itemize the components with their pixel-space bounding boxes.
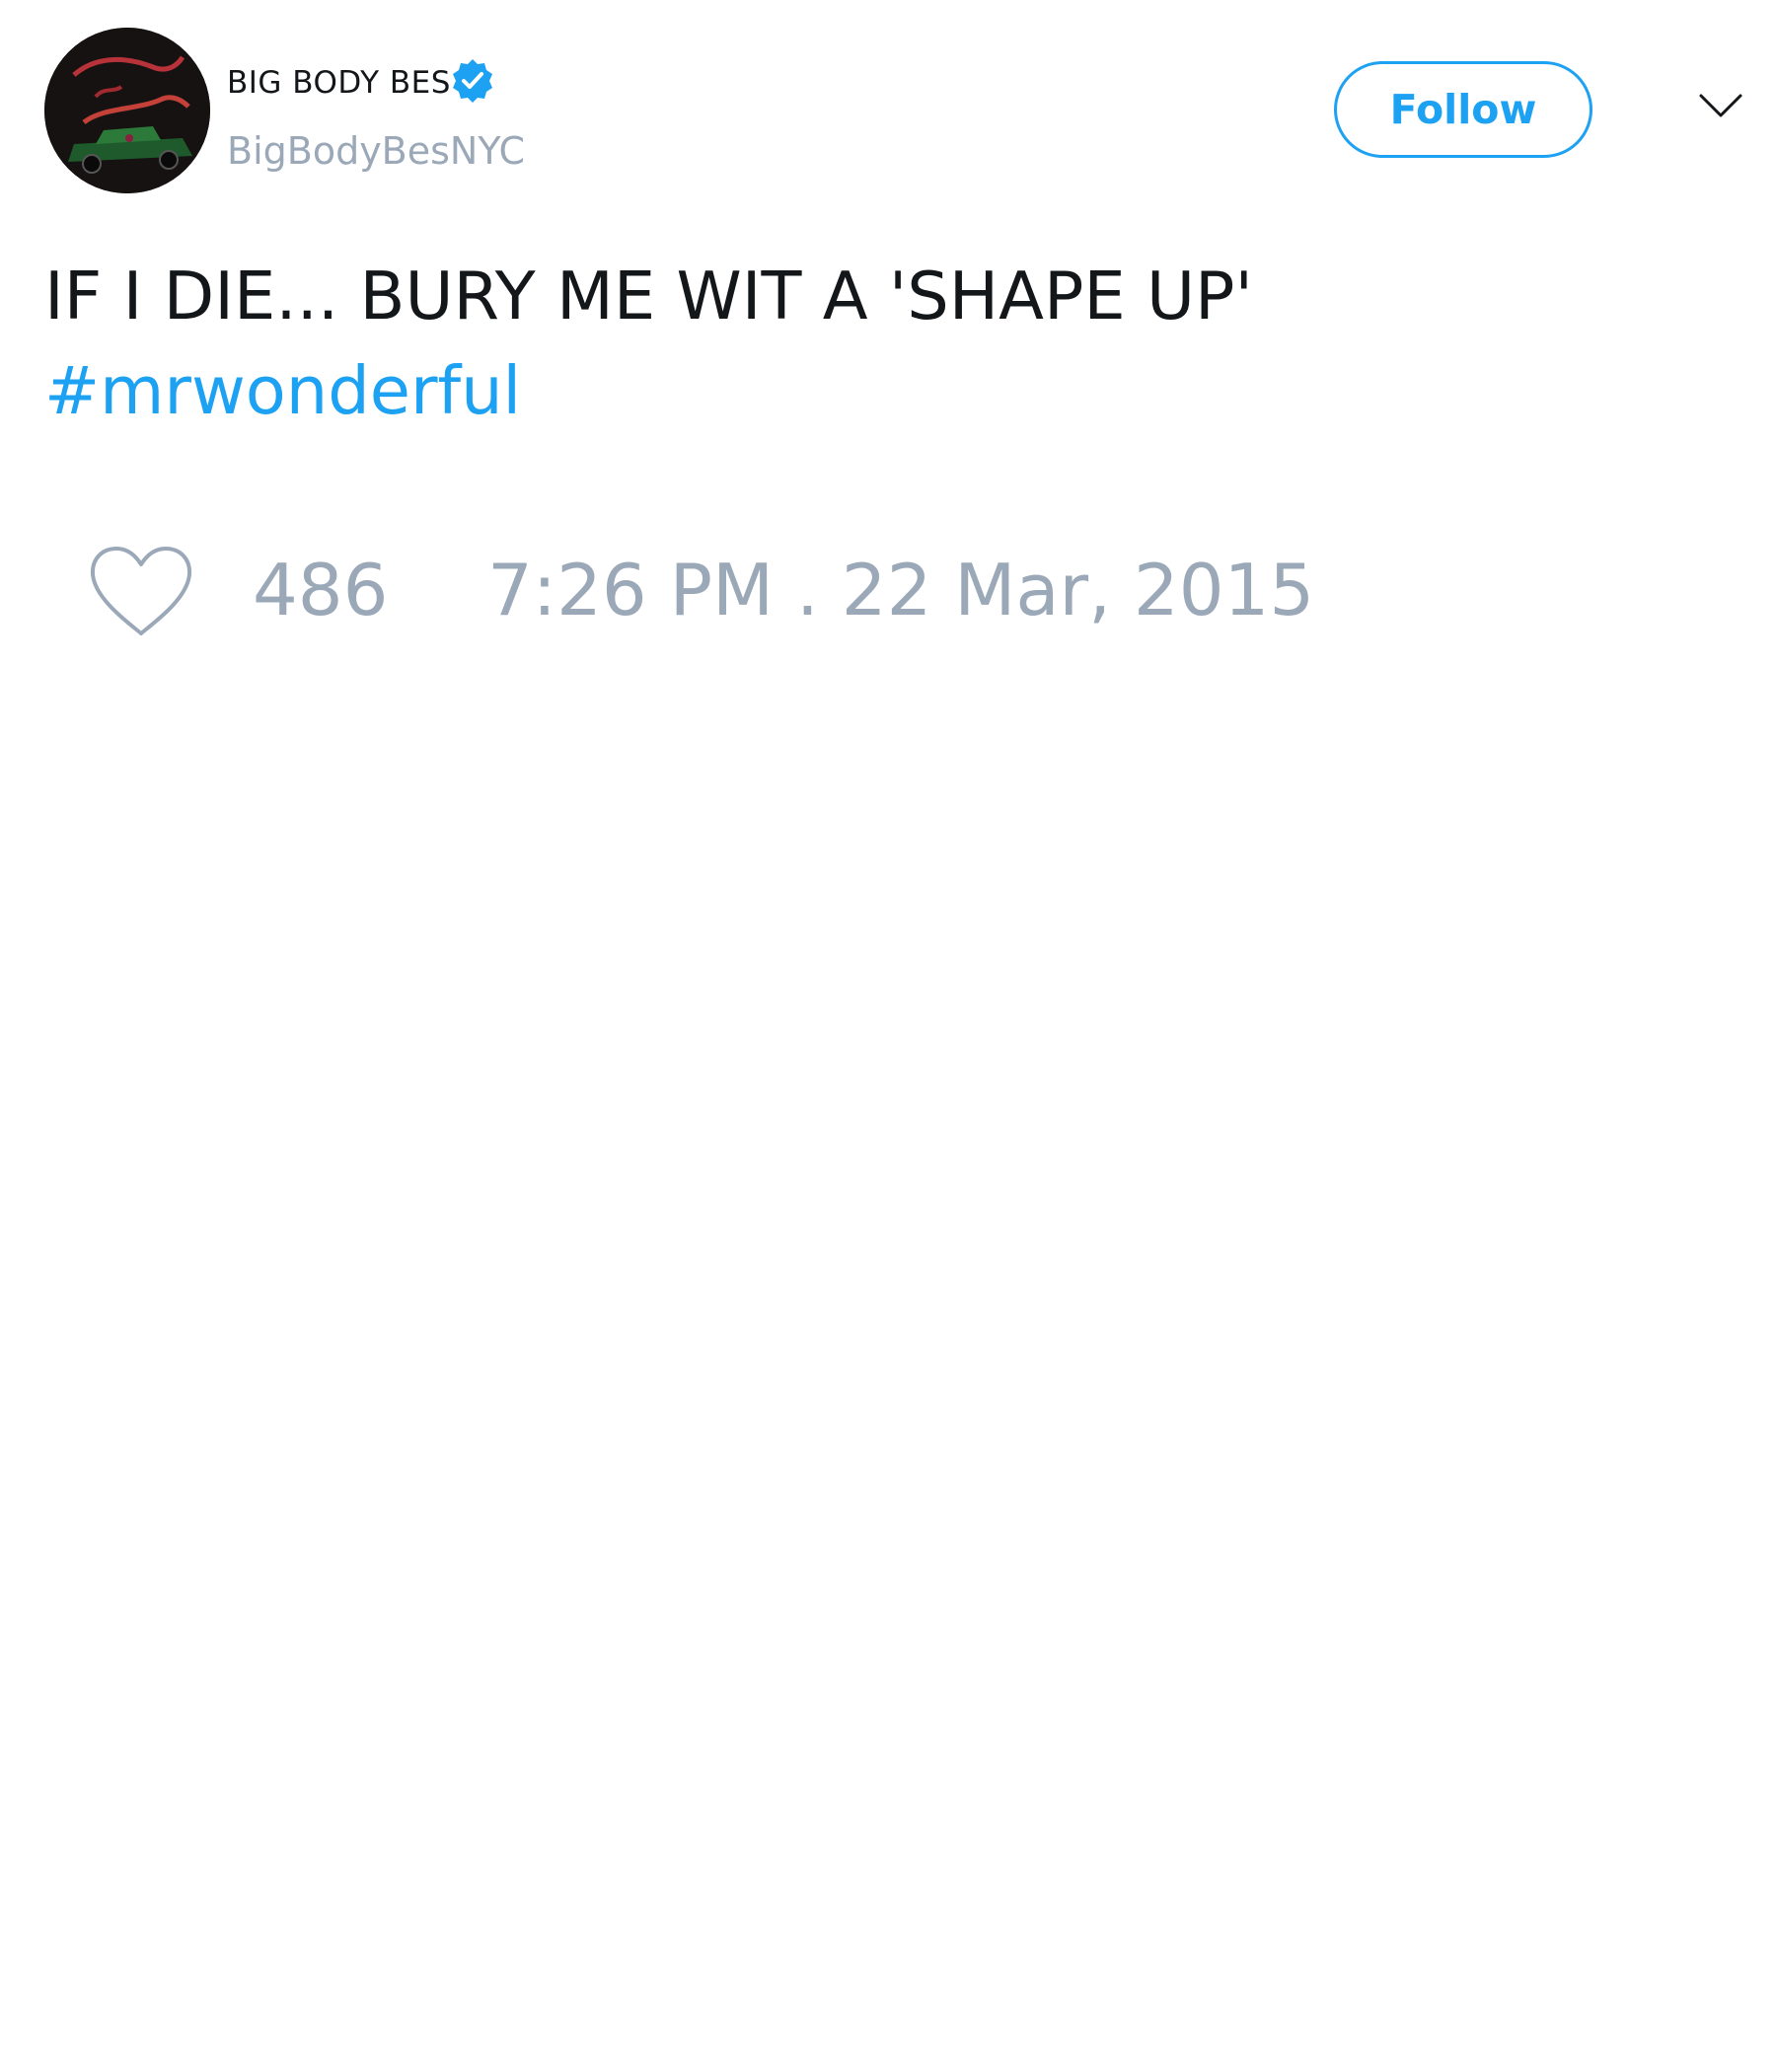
like-count[interactable]: 486	[253, 549, 388, 631]
avatar[interactable]	[44, 28, 210, 193]
avatar-image	[44, 28, 210, 193]
tweet-timestamp[interactable]: 7:26 PM . 22 Mar, 2015	[487, 549, 1314, 631]
tweet-body: IF I DIE... BURY ME WIT A 'SHAPE UP'	[44, 258, 1253, 334]
tweet-card: BIG BODY BES BigBodyBesNYC Follow IF I D…	[0, 0, 1776, 2072]
heart-icon[interactable]	[89, 545, 193, 637]
user-handle[interactable]: BigBodyBesNYC	[227, 129, 525, 173]
hashtag-link[interactable]: #mrwonderful	[44, 343, 1722, 438]
verified-badge-icon	[453, 59, 492, 103]
follow-button[interactable]: Follow	[1334, 61, 1592, 158]
display-name[interactable]: BIG BODY BES	[227, 65, 451, 101]
tweet-text: IF I DIE... BURY ME WIT A 'SHAPE UP' #mr…	[44, 249, 1722, 438]
chevron-down-icon[interactable]	[1697, 91, 1744, 120]
